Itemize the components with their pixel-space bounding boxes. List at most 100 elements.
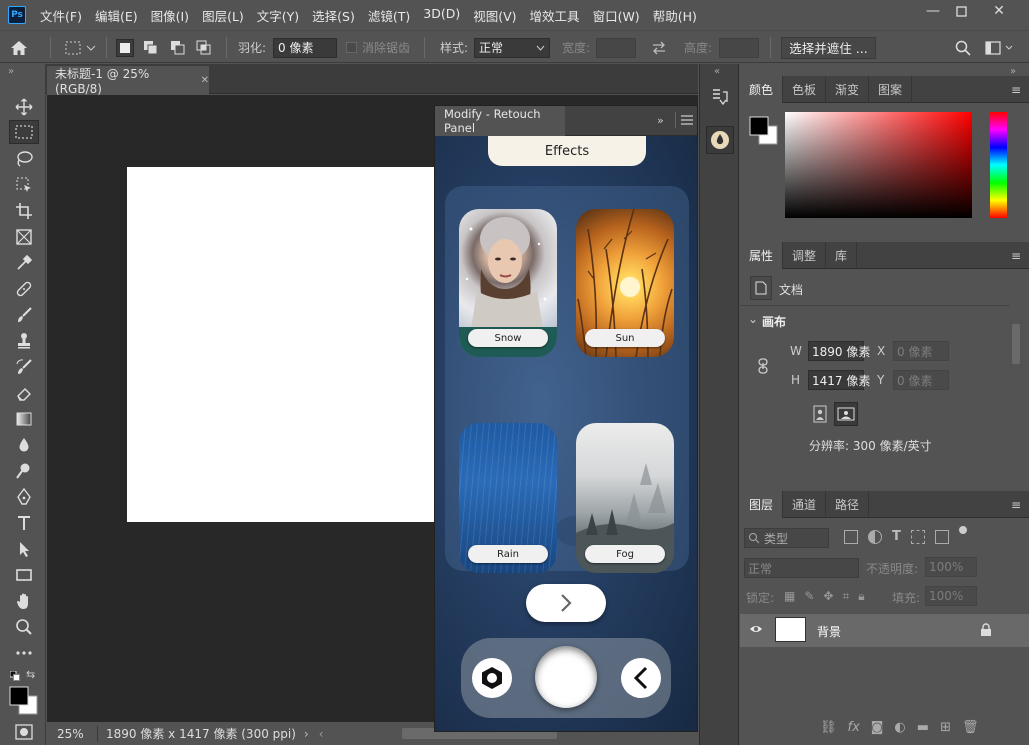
crop-tool-icon[interactable] (11, 199, 37, 223)
lasso-tool-icon[interactable] (11, 147, 37, 171)
menu-window[interactable]: 窗口(W) (593, 6, 640, 25)
home-icon[interactable] (10, 31, 28, 64)
canvas-height-input[interactable]: 1417 像素 (808, 370, 870, 390)
lock-position-icon[interactable]: ✥ (823, 589, 833, 604)
panel-menu-icon[interactable] (681, 114, 693, 128)
collapse-canvas-icon[interactable]: ⌄ (748, 312, 758, 326)
lock-transparency-icon[interactable]: ▦ (784, 589, 795, 604)
healing-brush-tool-icon[interactable] (11, 277, 37, 301)
effect-card-rain[interactable]: Rain (459, 423, 557, 573)
add-mask-icon[interactable]: ◙ (871, 720, 884, 735)
menu-help[interactable]: 帮助(H) (653, 6, 697, 25)
layer-row-background[interactable]: 背景 (740, 614, 1029, 647)
blend-mode-select[interactable]: 正常 (744, 558, 859, 578)
tab-color[interactable]: 颜色 (740, 76, 784, 103)
add-selection-icon[interactable] (143, 31, 159, 64)
tab-layers[interactable]: 图层 (740, 491, 784, 518)
properties-panel-menu-icon[interactable]: ≡ (1011, 249, 1021, 263)
fill-input[interactable]: 100% (925, 586, 977, 606)
width-input[interactable] (596, 37, 636, 58)
type-tool-icon[interactable] (11, 511, 37, 535)
plugin-tab[interactable]: Modify - Retouch Panel (435, 106, 565, 136)
close-tab-icon[interactable]: ✕ (201, 75, 209, 86)
chevron-right-icon[interactable]: › (304, 727, 309, 741)
image-filter-icon[interactable] (844, 530, 858, 544)
path-select-tool-icon[interactable] (11, 537, 37, 561)
feather-input[interactable]: 0 像素 (273, 37, 337, 58)
canvas-y-input[interactable]: 0 像素 (893, 370, 949, 390)
swap-icon[interactable] (651, 31, 667, 64)
document-canvas[interactable] (127, 167, 437, 522)
menu-3d[interactable]: 3D(D) (423, 6, 460, 25)
landscape-orientation-icon[interactable] (834, 402, 858, 426)
gradient-tool-icon[interactable] (11, 407, 37, 431)
tab-channels[interactable]: 通道 (783, 491, 827, 518)
pen-tool-icon[interactable] (11, 485, 37, 509)
workspace-icon[interactable] (985, 31, 1015, 64)
default-colors-icon[interactable] (9, 670, 20, 684)
filter-toggle-icon[interactable] (958, 526, 967, 534)
history-panel-icon[interactable] (710, 88, 730, 108)
tab-libraries[interactable]: 库 (826, 242, 858, 269)
layers-panel-menu-icon[interactable]: ≡ (1011, 498, 1021, 512)
eyedropper-tool-icon[interactable] (11, 251, 37, 275)
new-adjustment-icon[interactable]: ◐ (894, 720, 905, 735)
effect-card-fog[interactable]: Fog (576, 423, 674, 573)
back-button[interactable] (621, 658, 661, 698)
hand-tool-icon[interactable] (11, 589, 37, 613)
type-filter-icon[interactable]: T (892, 530, 901, 544)
fg-bg-color-swatch[interactable] (749, 116, 779, 149)
blur-tool-icon[interactable] (11, 433, 37, 457)
expand-icon[interactable]: » (657, 114, 664, 127)
height-input[interactable] (719, 37, 759, 58)
link-layers-icon[interactable]: ⛓︎ (820, 720, 837, 735)
smart-object-filter-icon[interactable] (934, 530, 949, 544)
new-layer-icon[interactable]: ⊞ (940, 720, 951, 735)
quick-mask-icon[interactable] (15, 724, 33, 743)
more-tools-icon[interactable] (11, 641, 37, 665)
scroll-left-icon[interactable]: ‹ (319, 727, 324, 741)
menu-file[interactable]: 文件(F) (40, 6, 82, 25)
frame-tool-icon[interactable] (11, 225, 37, 249)
antialias-checkbox[interactable] (346, 42, 357, 53)
color-panel-menu-icon[interactable]: ≡ (1011, 83, 1021, 97)
menu-filter[interactable]: 滤镜(T) (368, 6, 410, 25)
settings-button[interactable] (472, 658, 512, 698)
stamp-tool-icon[interactable] (11, 329, 37, 353)
home-button[interactable] (535, 646, 597, 708)
adjustment-filter-icon[interactable] (868, 530, 882, 544)
opacity-input[interactable]: 100% (925, 557, 977, 577)
marquee-preset-icon[interactable] (64, 31, 96, 64)
link-dimensions-icon[interactable] (753, 356, 773, 376)
color-swatches[interactable] (9, 686, 39, 719)
tab-adjustments[interactable]: 调整 (783, 242, 827, 269)
eraser-tool-icon[interactable] (11, 381, 37, 405)
tab-paths[interactable]: 路径 (826, 491, 870, 518)
layer-filter-select[interactable]: 类型 (744, 528, 829, 548)
canvas-width-input[interactable]: 1890 像素 (808, 341, 870, 361)
subtract-selection-icon[interactable] (170, 31, 186, 64)
history-brush-tool-icon[interactable] (11, 355, 37, 379)
shape-filter-icon[interactable] (910, 530, 925, 544)
dodge-tool-icon[interactable] (11, 459, 37, 483)
canvas-x-input[interactable]: 0 像素 (893, 341, 949, 361)
portrait-orientation-icon[interactable] (810, 403, 830, 425)
new-selection-icon[interactable] (116, 38, 134, 57)
lock-all-icon[interactable]: 🔒︎ (858, 589, 864, 604)
properties-scrollbar[interactable] (1012, 324, 1020, 364)
tab-swatches[interactable]: 色板 (783, 76, 827, 103)
new-group-icon[interactable]: ▬ (917, 720, 929, 735)
tab-patterns[interactable]: 图案 (869, 76, 913, 103)
tab-properties[interactable]: 属性 (740, 242, 784, 269)
plugin-panel-icon[interactable] (706, 126, 734, 154)
brush-tool-icon[interactable] (11, 303, 37, 327)
color-picker-field[interactable] (785, 112, 972, 218)
next-button[interactable] (526, 584, 606, 622)
menu-select[interactable]: 选择(S) (312, 6, 355, 25)
menu-image[interactable]: 图像(I) (151, 6, 189, 25)
delete-layer-icon[interactable]: 🗑︎ (962, 720, 979, 735)
close-icon[interactable]: ✕ (982, 0, 1016, 22)
object-select-tool-icon[interactable] (11, 173, 37, 197)
lock-artboard-icon[interactable]: ⌗ (842, 589, 849, 604)
menu-view[interactable]: 视图(V) (473, 6, 516, 25)
